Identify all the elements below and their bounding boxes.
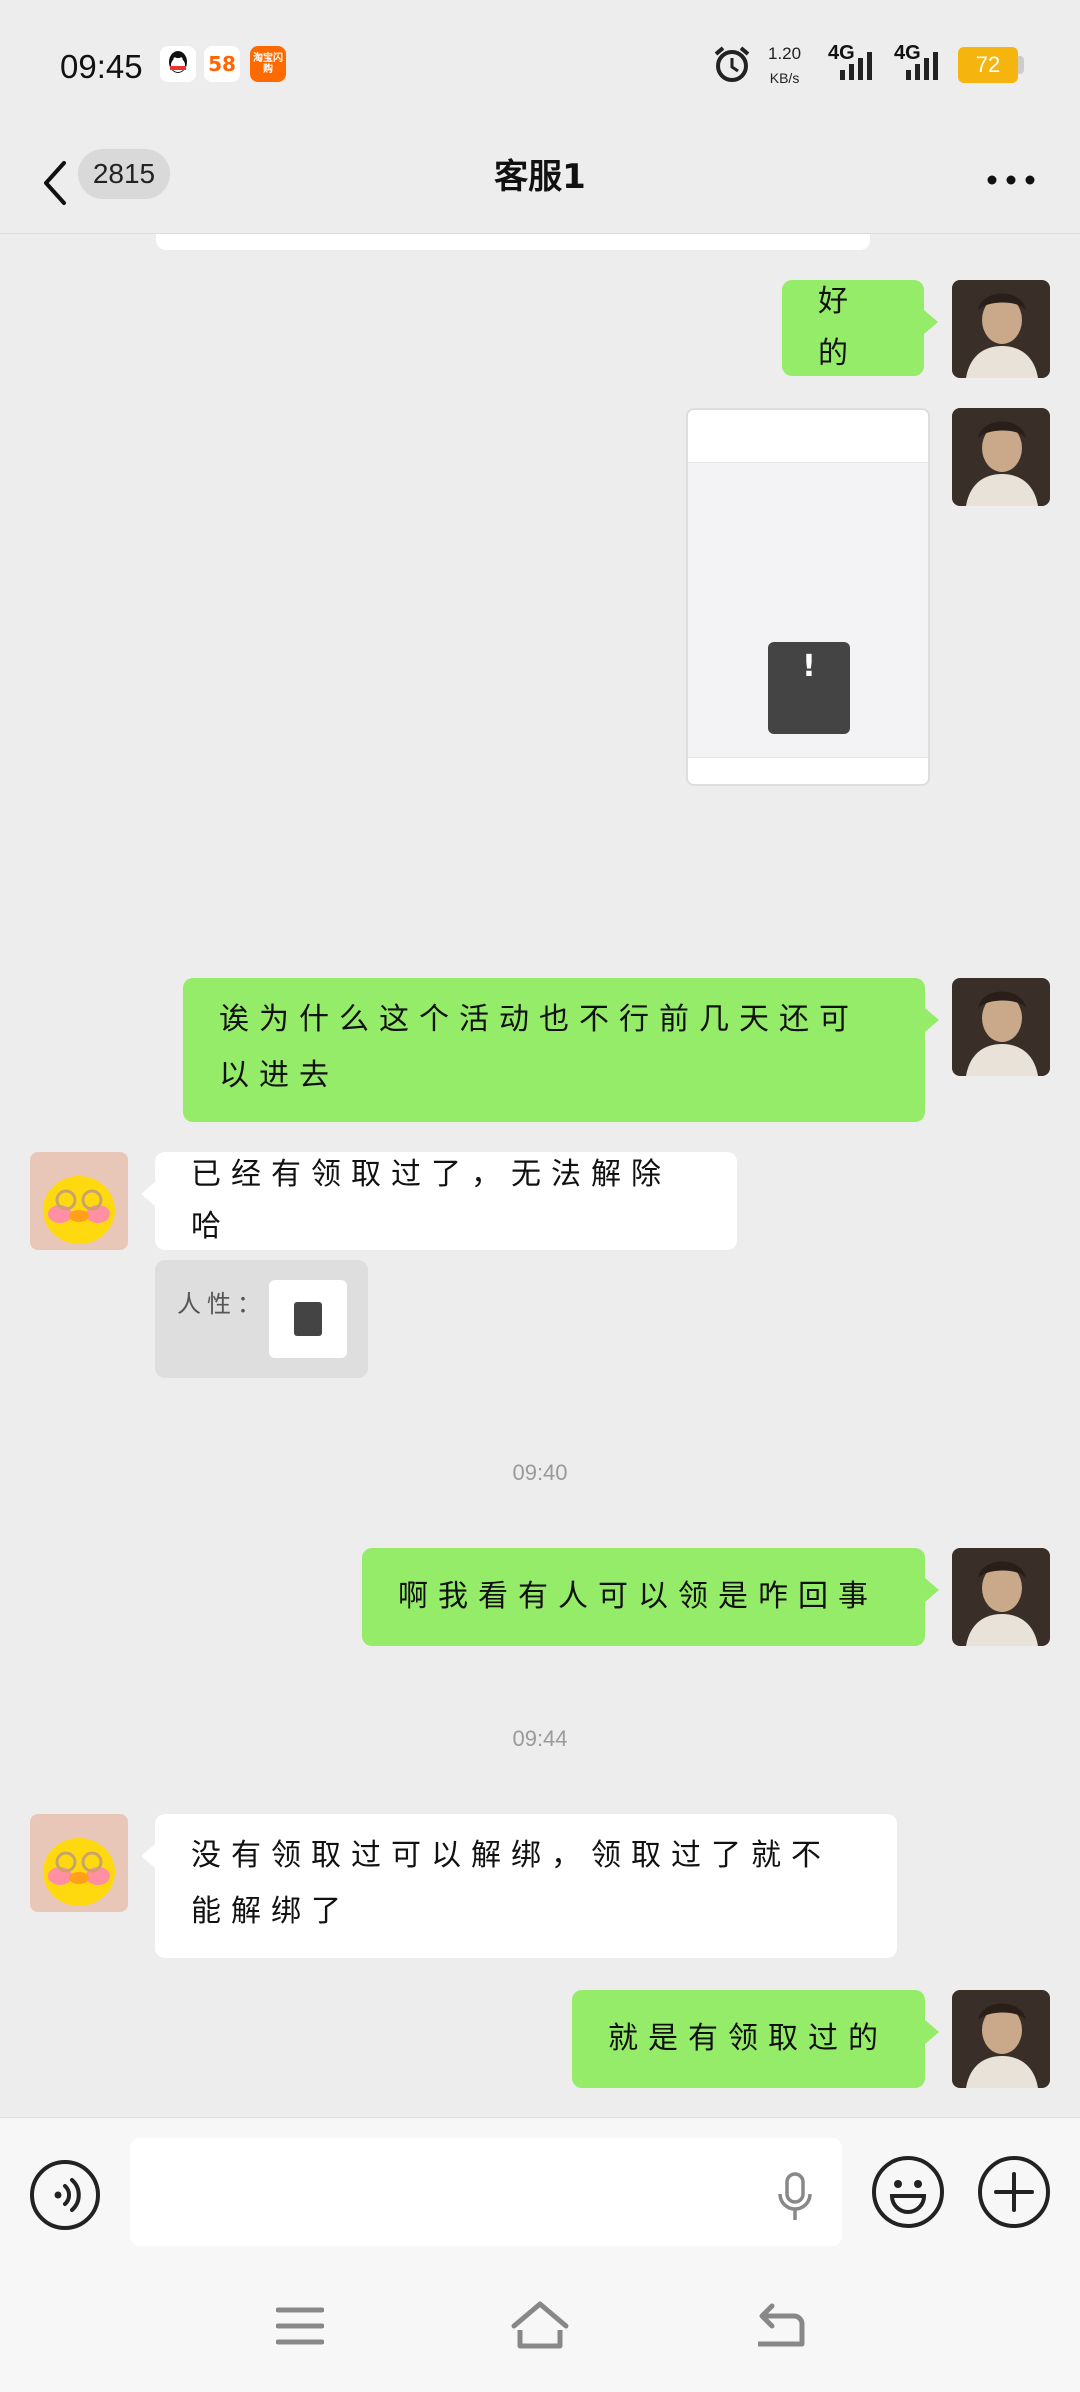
message-bubble-other[interactable]: 没有领取过可以解绑，领取过了就不能解绑了 <box>141 1814 897 1958</box>
bubble-tail <box>925 1578 939 1602</box>
bubble-tail <box>141 1844 155 1868</box>
emoji-button[interactable] <box>872 2156 944 2228</box>
image-footer <box>688 757 928 784</box>
taobao-flash-icon: 淘宝闪购 <box>250 46 286 82</box>
input-bar <box>0 2117 1080 2273</box>
bubble-tail <box>141 1182 155 1206</box>
qq-icon <box>160 46 196 82</box>
image-header <box>688 410 928 463</box>
message-bubble-self[interactable]: 好的 <box>782 280 938 376</box>
menu-icon[interactable] <box>275 2306 325 2350</box>
back-nav-icon[interactable] <box>754 2302 806 2354</box>
more-options-icon[interactable] <box>986 171 1036 185</box>
avatar-self[interactable] <box>952 1990 1050 2088</box>
network-speed: 1.20 KB/s <box>768 42 801 90</box>
message-text: 好的 <box>818 284 858 371</box>
microphone-icon[interactable] <box>776 2172 814 2226</box>
app-58-icon: 58 <box>204 46 240 82</box>
battery-level: 72 <box>958 47 1018 83</box>
avatar-self[interactable] <box>952 408 1050 506</box>
message-text: 诶为什么这个活动也不行前几天还可以进去 <box>219 1002 859 1093</box>
image-dialog: ! <box>768 642 850 734</box>
message-card-other[interactable]: 人性： <box>155 1260 368 1378</box>
message-text: 啊我看有人可以领是咋回事 <box>398 1579 878 1614</box>
avatar-self[interactable] <box>952 1548 1050 1646</box>
message-input[interactable] <box>130 2138 842 2246</box>
message-bubble-other[interactable]: 已经有领取过了，无法解除哈 <box>141 1152 737 1250</box>
bubble-tail <box>924 310 938 334</box>
chat-title: 客服1 <box>494 157 586 197</box>
voice-toggle-button[interactable] <box>30 2160 100 2230</box>
signal-icon-1 <box>840 52 872 80</box>
status-time: 09:45 <box>60 48 143 85</box>
alarm-icon <box>712 44 752 88</box>
avatar-self[interactable] <box>952 978 1050 1076</box>
timestamp: 09:40 <box>512 1460 568 1485</box>
bubble-tail <box>925 1008 939 1032</box>
avatar-self[interactable] <box>952 280 1050 378</box>
message-text: 已经有领取过了，无法解除哈 <box>191 1157 671 1244</box>
system-navigation-bar <box>0 2272 1080 2392</box>
speed-unit: KB/s <box>769 70 800 86</box>
avatar-other[interactable] <box>30 1152 128 1250</box>
speed-value: 1.20 <box>768 44 802 63</box>
signal-icon-2 <box>906 52 938 80</box>
chat-area[interactable]: 好的 ! 诶为什么这个活动也不行前几天还可以进去 已经有领取过了，无法解除哈 人… <box>0 234 1080 2117</box>
message-bubble-partial <box>156 234 870 250</box>
bubble-tail <box>925 2020 939 2044</box>
message-text: 就是有领取过的 <box>608 2021 888 2056</box>
message-bubble-self[interactable]: 诶为什么这个活动也不行前几天还可以进去 <box>183 978 939 1122</box>
card-thumbnail <box>269 1280 347 1358</box>
message-text: 没有领取过可以解绑，领取过了就不能解绑了 <box>191 1838 831 1929</box>
message-image-self[interactable]: ! <box>686 408 930 786</box>
avatar-other[interactable] <box>30 1814 128 1912</box>
status-bar: 09:45 58 淘宝闪购 1.20 KB/s 4G 4G 72 <box>0 0 1080 135</box>
card-label: 人性： <box>177 1290 267 1318</box>
timestamp: 09:44 <box>512 1726 568 1751</box>
message-bubble-self[interactable]: 就是有领取过的 <box>572 1990 939 2088</box>
battery-icon <box>1018 56 1024 74</box>
chat-header: 2815 客服1 <box>0 135 1080 234</box>
home-icon[interactable] <box>510 2300 570 2354</box>
message-bubble-self[interactable]: 啊我看有人可以领是咋回事 <box>362 1548 939 1646</box>
add-attachment-button[interactable] <box>978 2156 1050 2228</box>
